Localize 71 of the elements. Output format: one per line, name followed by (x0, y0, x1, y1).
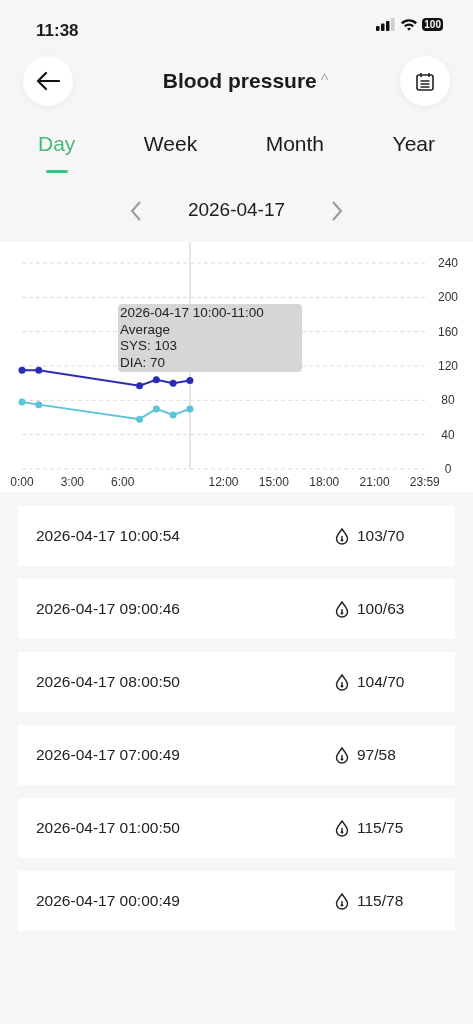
point (169, 411, 177, 419)
status-time: 11:38 (36, 20, 79, 42)
calendar-icon (416, 71, 434, 91)
drop-icon (335, 892, 349, 910)
tooltip-text: 2026-04-17 10:00-11:00 (120, 305, 265, 322)
axis-label: 12:00 (208, 475, 239, 489)
tooltip-text: DIA: 70 (120, 354, 167, 371)
drop-icon (335, 673, 349, 691)
period-tab[interactable]: Week (143, 128, 198, 173)
page-title[interactable]: Blood pressure (162, 65, 317, 97)
record-value: 115/75 (357, 818, 405, 839)
point (18, 398, 26, 406)
chevron-left-icon (129, 199, 142, 222)
record-row[interactable]: 2026-04-17 07:00:49 97/58 (18, 725, 455, 785)
period-tab[interactable]: Year (392, 128, 435, 173)
point (136, 415, 144, 423)
axis-label: 0 (444, 462, 452, 476)
drop-icon (335, 819, 349, 837)
axis-label: 3:00 (60, 475, 85, 489)
calendar-button[interactable] (400, 56, 450, 106)
axis-label: 40 (441, 427, 455, 442)
battery-level: 100 (422, 18, 443, 31)
record-value: 115/78 (357, 891, 405, 912)
axis-label: 160 (438, 324, 458, 339)
record-time: 2026-04-17 07:00:49 (36, 745, 180, 766)
record-value: 97/58 (357, 745, 397, 766)
drop-icon (335, 600, 349, 618)
point (152, 405, 160, 413)
record-value: 103/70 (357, 526, 406, 547)
signal-icon (376, 18, 397, 31)
axis-label: 120 (438, 359, 458, 373)
tooltip-text: SYS: 103 (120, 338, 179, 355)
drop-icon (335, 746, 349, 764)
axis-label: 15:00 (258, 475, 289, 489)
record-time: 2026-04-17 08:00:50 (36, 672, 180, 693)
axis-label: 21:00 (359, 475, 390, 489)
record-row[interactable]: 2026-04-17 00:00:49 115/78 (18, 871, 455, 931)
point (169, 379, 177, 387)
period-tab[interactable]: Month (265, 128, 325, 173)
point (18, 366, 26, 374)
tooltip-text: Average (120, 321, 172, 338)
chevron-right-icon (331, 199, 344, 222)
point (35, 401, 43, 409)
back-arrow-icon (36, 71, 60, 91)
point (152, 376, 160, 384)
axis-label: 6:00 (111, 475, 135, 489)
date-label: 2026-04-17 (187, 197, 286, 222)
record-time: 2026-04-17 00:00:49 (36, 891, 180, 912)
axis-label: 80 (441, 393, 455, 408)
axis-label: 23:59 (409, 475, 440, 489)
point (136, 382, 144, 390)
drop-icon (335, 527, 349, 545)
record-value: 104/70 (357, 672, 406, 693)
record-value: 100/63 (357, 599, 406, 620)
tab-indicator (45, 169, 68, 173)
record-time: 2026-04-17 10:00:54 (36, 526, 180, 547)
point (35, 366, 43, 374)
wifi-icon (400, 18, 419, 31)
axis-label: 240 (438, 256, 458, 270)
point (186, 405, 194, 413)
record-time: 2026-04-17 01:00:50 (36, 818, 180, 839)
record-time: 2026-04-17 09:00:46 (36, 599, 180, 620)
back-button[interactable] (23, 56, 73, 106)
axis-label: 18:00 (309, 475, 340, 489)
record-row[interactable]: 2026-04-17 01:00:50 115/75 (18, 798, 455, 858)
record-row[interactable]: 2026-04-17 09:00:46 100/63 (18, 579, 455, 639)
record-row[interactable]: 2026-04-17 08:00:50 104/70 (18, 652, 455, 712)
axis-label: 0:00 (10, 475, 34, 489)
axis-label: 200 (438, 290, 458, 305)
record-row[interactable]: 2026-04-17 10:00:54 103/70 (18, 506, 455, 566)
point (186, 377, 194, 385)
